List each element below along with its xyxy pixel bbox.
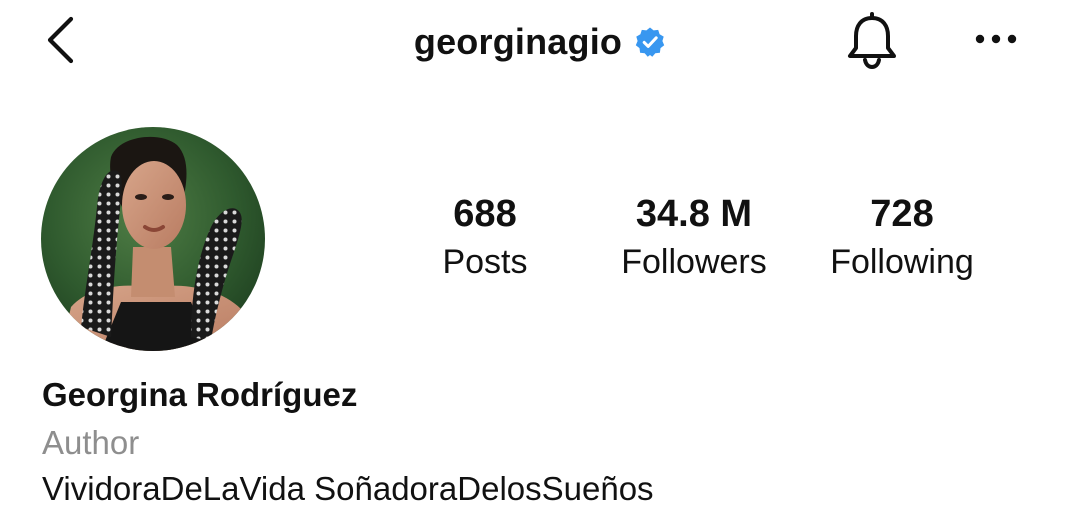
verified-badge-icon xyxy=(634,26,666,58)
followers-label: Followers xyxy=(621,243,767,281)
username-title: georginagio xyxy=(413,21,623,62)
more-options-button[interactable] xyxy=(966,18,1026,64)
more-horizontal-icon xyxy=(974,32,1018,50)
chevron-left-icon xyxy=(43,15,77,70)
notifications-button[interactable] xyxy=(838,11,906,75)
profile-screen: georginagio 688 Posts 34.8 M Followers 7… xyxy=(0,0,1080,514)
profile-category: Author xyxy=(42,424,140,461)
following-count: 728 xyxy=(870,193,934,235)
followers-count: 34.8 M xyxy=(635,193,753,235)
avatar[interactable] xyxy=(41,127,265,351)
posts-stat[interactable]: 688 Posts xyxy=(420,190,550,290)
nav-title: georginagio xyxy=(0,14,1080,70)
back-button[interactable] xyxy=(36,14,84,70)
following-label: Following xyxy=(830,243,974,281)
bell-icon xyxy=(844,11,900,75)
following-stat[interactable]: 728 Following xyxy=(818,190,986,290)
posts-count: 688 xyxy=(453,193,517,235)
display-name: Georgina Rodríguez xyxy=(42,376,358,413)
bio-text: VividoraDeLaVida SoñadoraDelosSueños xyxy=(42,470,654,507)
followers-stat[interactable]: 34.8 M Followers xyxy=(606,190,782,290)
profile-photo xyxy=(41,127,265,351)
posts-label: Posts xyxy=(442,243,528,281)
